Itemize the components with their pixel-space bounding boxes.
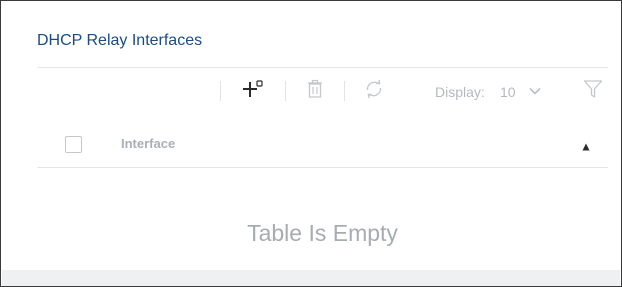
filter-icon — [583, 79, 603, 104]
column-header-interface[interactable]: Interface — [121, 136, 175, 151]
display-label: Display: — [435, 84, 485, 100]
sort-ascending-icon[interactable] — [582, 138, 590, 156]
toolbar-separator — [220, 81, 221, 101]
toolbar-separator — [285, 81, 286, 101]
title-divider — [37, 67, 608, 68]
toolbar-separator — [344, 81, 345, 101]
panel-title: DHCP Relay Interfaces — [37, 32, 203, 49]
refresh-button[interactable] — [357, 77, 391, 105]
select-all-checkbox[interactable] — [65, 136, 82, 153]
filter-button[interactable] — [579, 77, 607, 105]
table-header: Interface — [37, 127, 608, 161]
display-select[interactable]: 10 — [500, 84, 516, 100]
window-frame: DHCP Relay Interfaces Display: 10 Interf… — [0, 0, 622, 287]
refresh-icon — [363, 78, 385, 105]
add-icon — [242, 78, 264, 105]
add-button[interactable] — [235, 77, 271, 105]
header-divider — [37, 167, 608, 168]
chevron-down-icon — [529, 82, 541, 100]
empty-table-message: Table Is Empty — [247, 220, 398, 246]
display-dropdown-button[interactable] — [523, 77, 547, 105]
trash-icon — [306, 79, 324, 104]
footer-band — [2, 270, 620, 286]
delete-button[interactable] — [299, 77, 331, 105]
table-toolbar: Display: 10 — [217, 77, 608, 105]
